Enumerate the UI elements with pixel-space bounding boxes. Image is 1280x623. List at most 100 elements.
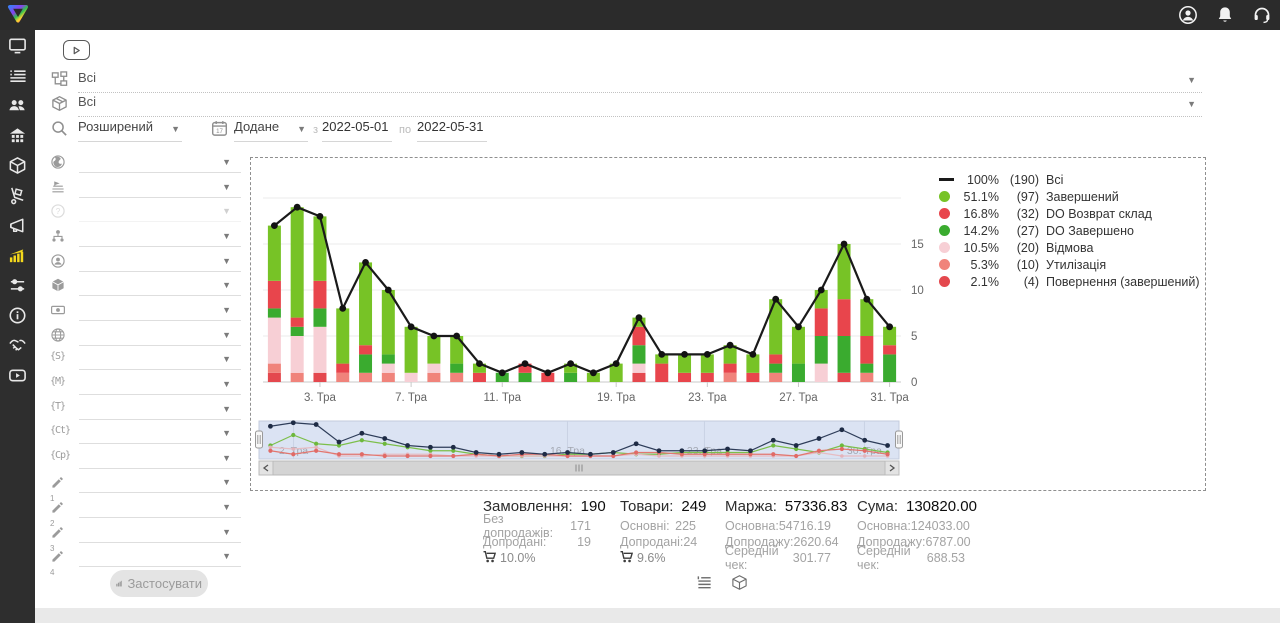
- filter-input[interactable]: [79, 548, 241, 567]
- legend-percent: 5.3%: [955, 258, 999, 272]
- cube-icon: [50, 277, 67, 294]
- calendar-icon: 17: [211, 120, 228, 137]
- filter-input[interactable]: [79, 179, 241, 198]
- sidebar-item-shipping[interactable]: [0, 180, 35, 210]
- filter-input[interactable]: [79, 474, 241, 493]
- legend-item[interactable]: 5.3%(10)Утилізація: [939, 256, 1200, 273]
- legend-item[interactable]: 10.5%(20)Відмова: [939, 239, 1200, 256]
- chevron-down-icon: ▼: [222, 257, 231, 266]
- attribute-filter-tag-s[interactable]: {S}▼: [45, 349, 241, 372]
- notifications-icon[interactable]: [1215, 5, 1235, 25]
- hierarchy-icon: [51, 71, 68, 88]
- chevron-down-icon: ▼: [222, 552, 231, 561]
- filter-input[interactable]: [79, 376, 241, 395]
- attribute-filter-custom-field-1[interactable]: 1▼: [45, 472, 241, 495]
- monitor-icon: [8, 36, 27, 55]
- list-view-icon[interactable]: [696, 574, 713, 591]
- brand-logo[interactable]: [5, 2, 31, 28]
- play-icon: [72, 46, 81, 55]
- chevron-down-icon: ▼: [171, 125, 180, 134]
- svg-text:3. Тра: 3. Тра: [304, 392, 337, 404]
- scroll-right-icon[interactable]: [885, 461, 899, 475]
- attribute-filter-custom-field-2[interactable]: 2▼: [45, 497, 241, 520]
- filter-input[interactable]: [79, 401, 241, 420]
- chevron-down-icon[interactable]: ▼: [1187, 76, 1196, 85]
- profile-icon[interactable]: [1178, 5, 1198, 25]
- attribute-filter-levels-flag[interactable]: ▼: [45, 177, 241, 200]
- stat-column-0: Замовлення:190Без допродажів:171Допродан…: [483, 498, 591, 566]
- chevron-down-icon: ▼: [222, 183, 231, 192]
- attribute-filter-tag-m[interactable]: {M}▼: [45, 374, 241, 397]
- filter-input[interactable]: [79, 277, 241, 296]
- attribute-filter-globe-filled[interactable]: ▼: [45, 152, 241, 175]
- sidebar-item-orders-list[interactable]: [0, 60, 35, 90]
- tutorial-video-button[interactable]: [63, 40, 90, 60]
- attribute-filter-help[interactable]: ?▼: [45, 201, 241, 224]
- stat-column-3: Сума:130820.00Основна:124033.00Допродажу…: [857, 498, 965, 566]
- search-mode-select[interactable]: Розширений ▼: [78, 118, 182, 142]
- filter-input[interactable]: [79, 351, 241, 370]
- sidebar-item-monitor[interactable]: [0, 30, 35, 60]
- attribute-filter-org-network[interactable]: ▼: [45, 226, 241, 249]
- sidebar-item-info[interactable]: [0, 300, 35, 330]
- legend-item[interactable]: 16.8%(32)DO Возврат склад: [939, 205, 1200, 222]
- svg-text:19. Тра: 19. Тра: [597, 392, 636, 404]
- sidebar-item-warehouse[interactable]: [0, 120, 35, 150]
- scroll-left-icon[interactable]: [259, 461, 273, 475]
- legend-item[interactable]: 100%(190)Всі: [939, 171, 1200, 188]
- legend-item[interactable]: 2.1%(4)Повернення (завершений): [939, 273, 1200, 290]
- attribute-filter-globe-wire[interactable]: ▼: [45, 325, 241, 348]
- date-type-select[interactable]: Додане ▼: [234, 118, 308, 142]
- filter-input[interactable]: [79, 302, 241, 321]
- chevron-down-icon: ▼: [222, 232, 231, 241]
- apply-button[interactable]: Застосувати: [110, 570, 208, 597]
- sidebar-item-partners[interactable]: [0, 330, 35, 360]
- attribute-filter-tag-t[interactable]: {T}▼: [45, 399, 241, 422]
- product-filter-value: Всі: [78, 94, 96, 109]
- sidebar-item-products[interactable]: [0, 150, 35, 180]
- view-toggles: [696, 574, 748, 591]
- svg-text:31. Тра: 31. Тра: [870, 392, 909, 404]
- filter-input[interactable]: [79, 499, 241, 518]
- sidebar-item-statistics[interactable]: [0, 240, 35, 270]
- filter-input[interactable]: [79, 228, 241, 247]
- box-view-icon[interactable]: [731, 574, 748, 591]
- attribute-filter-tag-ct[interactable]: {Ct}▼: [45, 423, 241, 446]
- stat-sub-value: 688.53: [927, 551, 965, 565]
- navigator-handle[interactable]: [256, 431, 263, 448]
- filter-input[interactable]: [79, 327, 241, 346]
- attribute-filter-tag-cp[interactable]: {Cp}▼: [45, 448, 241, 471]
- filter-input[interactable]: [79, 425, 241, 444]
- top-bar: [0, 0, 1280, 30]
- attribute-filter-person[interactable]: ▼: [45, 251, 241, 274]
- legend-percent: 10.5%: [955, 241, 999, 255]
- stat-sub-label: Середній чек:: [857, 544, 927, 572]
- sidebar-item-video[interactable]: [0, 360, 35, 390]
- dot-marker: [939, 276, 950, 287]
- status-filter-field[interactable]: Всі ▼: [78, 69, 1202, 93]
- attribute-filter-money[interactable]: ▼: [45, 300, 241, 323]
- sidebar-item-marketing[interactable]: [0, 210, 35, 240]
- date-from-input[interactable]: 2022-05-01: [322, 118, 392, 142]
- sidebar-item-clients[interactable]: [0, 90, 35, 120]
- legend-item[interactable]: 14.2%(27)DO Завершено: [939, 222, 1200, 239]
- money-icon: [50, 302, 67, 319]
- product-filter-field[interactable]: Всі ▼: [78, 93, 1202, 117]
- partners-icon: [8, 336, 27, 355]
- attribute-filter-cube[interactable]: ▼: [45, 275, 241, 298]
- attribute-filter-custom-field-3[interactable]: 3▼: [45, 522, 241, 545]
- filter-input[interactable]: [79, 203, 241, 222]
- date-to-input[interactable]: 2022-05-31: [417, 118, 487, 142]
- sidebar-item-settings[interactable]: [0, 270, 35, 300]
- chevron-down-icon[interactable]: ▼: [1187, 100, 1196, 109]
- filter-input[interactable]: [79, 154, 241, 173]
- filter-input[interactable]: [79, 524, 241, 543]
- stat-value: 130820.00: [906, 498, 977, 515]
- attribute-filter-custom-field-4[interactable]: 4▼: [45, 546, 241, 569]
- filter-input[interactable]: [79, 253, 241, 272]
- support-icon[interactable]: [1252, 5, 1272, 25]
- filter-input[interactable]: [79, 450, 241, 469]
- legend-item[interactable]: 51.1%(97)Завершений: [939, 188, 1200, 205]
- orders-list-icon: [8, 66, 27, 85]
- navigator-handle[interactable]: [896, 431, 903, 448]
